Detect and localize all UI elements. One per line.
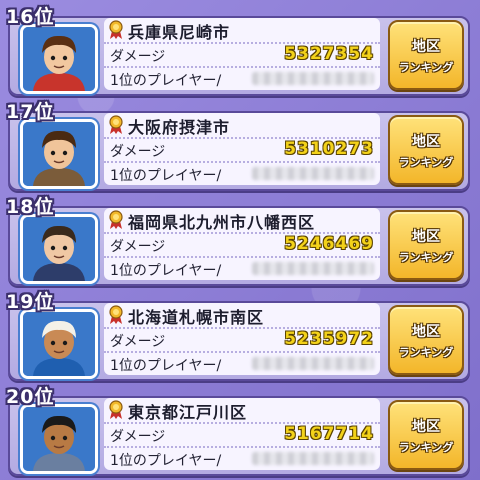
button-label-district: 地区 bbox=[412, 39, 440, 55]
player-avatar bbox=[20, 214, 98, 284]
button-label-ranking: ランキング bbox=[398, 346, 454, 359]
city-name: 東京都江戸川区 bbox=[128, 403, 248, 422]
info-panel: 北海道札幌市南区 ダメージ 5235972 1位のプレイヤー/ bbox=[104, 303, 380, 375]
city-name: 福岡県北九州市八幡西区 bbox=[128, 213, 316, 232]
top-player-label: 1位のプレイヤー/ bbox=[110, 73, 222, 89]
info-panel: 福岡県北九州市八幡西区 ダメージ 5246469 1位のプレイヤー/ bbox=[104, 208, 380, 280]
player-avatar bbox=[20, 309, 98, 379]
city-name: 兵庫県尼崎市 bbox=[128, 23, 231, 42]
medal-icon bbox=[109, 400, 123, 419]
medal-icon bbox=[109, 20, 123, 39]
rank-number: 17位 bbox=[6, 101, 55, 123]
blurred-player-name bbox=[252, 357, 374, 370]
damage-label: ダメージ bbox=[110, 49, 166, 65]
button-label-ranking: ランキング bbox=[398, 156, 454, 169]
button-label-district: 地区 bbox=[412, 134, 440, 150]
regional-ranking-list: 16位 兵庫県尼崎市 ダメージ 5327354 1位のプレイヤー/ 地区 ランキ… bbox=[0, 0, 480, 480]
button-label-district: 地区 bbox=[412, 229, 440, 245]
blurred-player-name bbox=[252, 167, 374, 180]
player-avatar bbox=[20, 24, 98, 94]
top-player-label: 1位のプレイヤー/ bbox=[110, 358, 222, 374]
top-player-label: 1位のプレイヤー/ bbox=[110, 168, 222, 184]
damage-value: 5310273 bbox=[284, 139, 374, 159]
regional-ranking-button[interactable]: 地区 ランキング bbox=[388, 20, 464, 90]
info-panel: 兵庫県尼崎市 ダメージ 5327354 1位のプレイヤー/ bbox=[104, 18, 380, 90]
damage-value: 5327354 bbox=[284, 44, 374, 64]
button-label-district: 地区 bbox=[412, 324, 440, 340]
ranking-row: 17位 大阪府摂津市 ダメージ 5310273 1位のプレイヤー/ 地区 ランキ… bbox=[0, 99, 480, 193]
rank-number: 18位 bbox=[6, 196, 55, 218]
button-label-ranking: ランキング bbox=[398, 441, 454, 454]
rank-number: 19位 bbox=[6, 291, 55, 313]
ranking-row: 20位 東京都江戸川区 ダメージ 5167714 1位のプレイヤー/ 地区 ラン… bbox=[0, 384, 480, 478]
city-name: 北海道札幌市南区 bbox=[128, 308, 265, 327]
damage-label: ダメージ bbox=[110, 334, 166, 350]
top-player-label: 1位のプレイヤー/ bbox=[110, 263, 222, 279]
info-panel: 大阪府摂津市 ダメージ 5310273 1位のプレイヤー/ bbox=[104, 113, 380, 185]
button-label-district: 地区 bbox=[412, 419, 440, 435]
regional-ranking-button[interactable]: 地区 ランキング bbox=[388, 210, 464, 280]
info-panel: 東京都江戸川区 ダメージ 5167714 1位のプレイヤー/ bbox=[104, 398, 380, 470]
blurred-player-name bbox=[252, 262, 374, 275]
ranking-row: 16位 兵庫県尼崎市 ダメージ 5327354 1位のプレイヤー/ 地区 ランキ… bbox=[0, 4, 480, 98]
damage-label: ダメージ bbox=[110, 239, 166, 255]
rank-number: 16位 bbox=[6, 6, 55, 28]
rank-number: 20位 bbox=[6, 386, 55, 408]
blurred-player-name bbox=[252, 72, 374, 85]
damage-value: 5246469 bbox=[284, 234, 374, 254]
top-player-label: 1位のプレイヤー/ bbox=[110, 453, 222, 469]
player-avatar bbox=[20, 404, 98, 474]
medal-icon bbox=[109, 305, 123, 324]
ranking-row: 19位 北海道札幌市南区 ダメージ 5235972 1位のプレイヤー/ 地区 ラ… bbox=[0, 289, 480, 383]
damage-value: 5167714 bbox=[284, 424, 374, 444]
regional-ranking-button[interactable]: 地区 ランキング bbox=[388, 115, 464, 185]
blurred-player-name bbox=[252, 452, 374, 465]
regional-ranking-button[interactable]: 地区 ランキング bbox=[388, 305, 464, 375]
damage-label: ダメージ bbox=[110, 429, 166, 445]
medal-icon bbox=[109, 210, 123, 229]
medal-icon bbox=[109, 115, 123, 134]
city-name: 大阪府摂津市 bbox=[128, 118, 231, 137]
player-avatar bbox=[20, 119, 98, 189]
button-label-ranking: ランキング bbox=[398, 251, 454, 264]
damage-label: ダメージ bbox=[110, 144, 166, 160]
button-label-ranking: ランキング bbox=[398, 61, 454, 74]
regional-ranking-button[interactable]: 地区 ランキング bbox=[388, 400, 464, 470]
damage-value: 5235972 bbox=[284, 329, 374, 349]
ranking-row: 18位 福岡県北九州市八幡西区 ダメージ 5246469 1位のプレイヤー/ 地… bbox=[0, 194, 480, 288]
